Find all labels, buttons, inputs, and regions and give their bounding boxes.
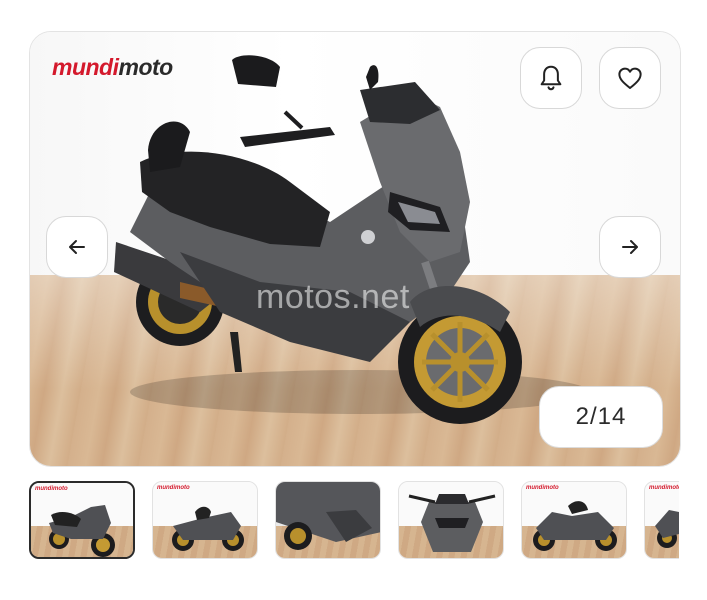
thumbnail-5[interactable]: mundimoto [521,481,627,559]
previous-photo-button[interactable] [46,216,108,278]
heart-icon [618,67,642,89]
arrow-left-icon [69,240,85,254]
thumbnail-image [533,501,617,551]
thumbnail-1[interactable]: mundimoto [29,481,135,559]
price-alert-button[interactable] [520,47,582,109]
thumbnail-strip[interactable]: mundimoto mundimoto mundimoto mundimoto [29,480,679,562]
thumbnail-image [49,505,115,557]
thumbnail-6[interactable]: mundimoto [644,481,679,559]
photo-counter: 2/14 [539,386,663,448]
watermark: motos.net [256,278,410,316]
thumbnail-image [655,510,679,548]
next-photo-button[interactable] [599,216,661,278]
thumbnail-image [172,506,244,551]
thumbnail-image [408,494,496,552]
thumbnail-3[interactable] [275,481,381,559]
bell-icon [540,65,562,91]
thumbnail-4[interactable] [398,481,504,559]
arrow-right-icon [622,240,638,254]
favorite-button[interactable] [599,47,661,109]
photo-gallery[interactable]: mundimoto motos.net 2/14 [29,31,681,467]
thumbnail-2[interactable]: mundimoto [152,481,258,559]
dealer-logo: mundimoto [52,54,173,80]
thumbnail-image [276,482,380,550]
